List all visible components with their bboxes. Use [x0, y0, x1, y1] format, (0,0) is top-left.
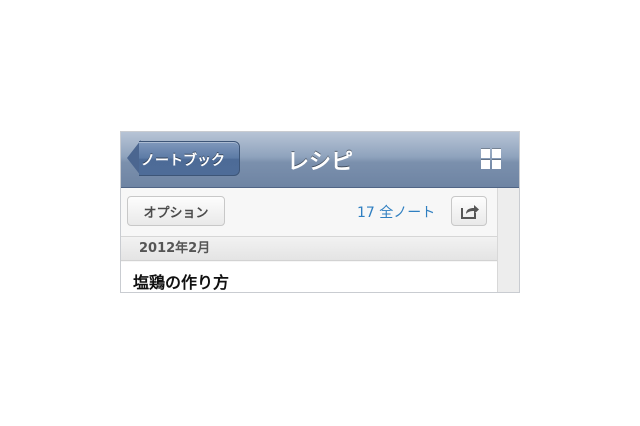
note-title: 塩鶏の作り方 [133, 273, 230, 292]
grid-cell [492, 160, 501, 169]
grid-cell [481, 149, 490, 158]
grid-cell [492, 149, 501, 158]
grid-cell [481, 160, 490, 169]
share-button[interactable] [451, 196, 487, 226]
page-title: レシピ [286, 150, 353, 175]
side-panel [497, 188, 519, 292]
app-window: ノートブック レシピ オプション 17 全ノート 2012年2月 塩鶏の作り方 [120, 131, 520, 293]
section-header-date: 2012年2月 [121, 237, 497, 261]
all-notes-count-link[interactable]: 17 全ノート [357, 202, 435, 222]
list-item[interactable]: 塩鶏の作り方 [121, 262, 497, 292]
grid-icon[interactable] [481, 149, 501, 169]
navigation-bar: ノートブック レシピ [121, 132, 519, 188]
list-toolbar: オプション 17 全ノート [121, 188, 497, 237]
share-icon [461, 205, 479, 219]
options-button[interactable]: オプション [127, 196, 225, 226]
